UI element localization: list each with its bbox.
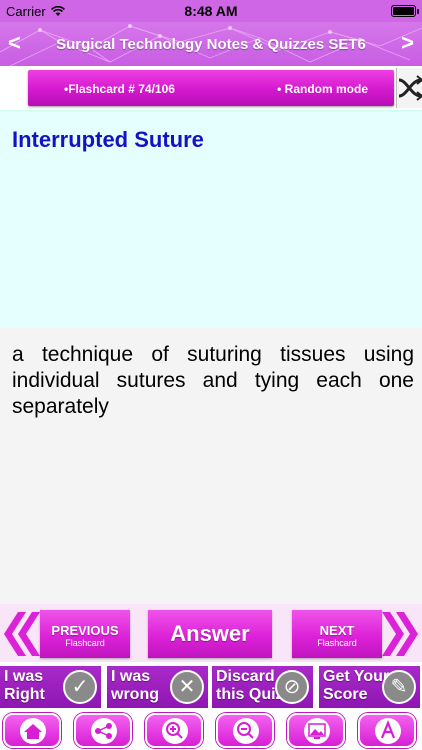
next-label: NEXT xyxy=(319,623,355,638)
previous-sublabel: Flashcard xyxy=(65,638,105,648)
flashcard-definition: a technique of suturing tissues using in… xyxy=(12,343,414,418)
i-was-right-button[interactable]: I was Right ✓ xyxy=(0,666,101,708)
random-mode-label: • Random mode xyxy=(277,82,368,96)
checkmark-icon: ✓ xyxy=(63,670,97,704)
toolbar xyxy=(0,710,422,750)
share-icon xyxy=(91,718,117,744)
picture-icon xyxy=(304,718,330,744)
answer-button[interactable]: Answer xyxy=(148,610,272,658)
flashcard-counter: •Flashcard # 74/106 xyxy=(64,82,175,96)
font-size-button[interactable] xyxy=(358,713,416,748)
next-flashcard-button[interactable]: NEXT Flashcard xyxy=(292,610,382,658)
flashcard-info-bar: •Flashcard # 74/106 • Random mode xyxy=(28,70,394,106)
next-sublabel: Flashcard xyxy=(317,638,357,648)
double-chevron-left-icon xyxy=(4,612,40,656)
zoom-out-icon xyxy=(233,718,259,744)
flashcard-screen: Carrier 8:48 AM < Surgical Technology No… xyxy=(0,0,422,750)
i-was-wrong-button[interactable]: I was wrong ✕ xyxy=(107,666,208,708)
term-panel: Interrupted Suture xyxy=(0,110,422,328)
zoom-out-button[interactable] xyxy=(216,713,274,748)
bottom-controls: PREVIOUS Flashcard Answer NEXT Flashcard… xyxy=(0,604,422,750)
discard-quiz-button[interactable]: Discard this Quiz ⊘ xyxy=(212,666,313,708)
zoom-in-button[interactable] xyxy=(145,713,203,748)
shuffle-button[interactable] xyxy=(396,68,422,108)
answer-actions: I was Right ✓ I was wrong ✕ Discard this… xyxy=(0,666,422,710)
double-chevron-right-icon xyxy=(382,612,418,656)
zoom-in-icon xyxy=(162,718,188,744)
share-button[interactable] xyxy=(74,713,132,748)
font-size-icon xyxy=(375,718,401,744)
flashcard-navigation: PREVIOUS Flashcard Answer NEXT Flashcard xyxy=(0,604,422,662)
get-score-button[interactable]: Get Your Score ✎ xyxy=(319,666,420,708)
background-button[interactable] xyxy=(287,713,345,748)
answer-label: Answer xyxy=(170,621,250,646)
status-bar: Carrier 8:48 AM xyxy=(0,0,422,22)
home-button[interactable] xyxy=(3,713,61,748)
nav-bar: < Surgical Technology Notes & Quizzes SE… xyxy=(0,22,422,66)
shuffle-icon xyxy=(398,75,422,101)
page-title: Surgical Technology Notes & Quizzes SET6 xyxy=(56,36,366,53)
scorecard-icon: ✎ xyxy=(382,670,416,704)
discard-quiz-text: Discard this Quiz xyxy=(216,668,284,703)
cross-icon: ✕ xyxy=(170,670,204,704)
get-score-text: Get Your Score xyxy=(323,668,390,703)
previous-flashcard-button[interactable]: PREVIOUS Flashcard xyxy=(40,610,130,658)
definition-panel: a technique of suturing tissues using in… xyxy=(0,328,422,604)
forward-arrow-button[interactable]: > xyxy=(401,32,414,54)
flashcard-term: Interrupted Suture xyxy=(12,127,204,152)
battery-icon xyxy=(391,5,419,17)
clock: 8:48 AM xyxy=(184,3,238,19)
info-band: •Flashcard # 74/106 • Random mode xyxy=(0,66,422,110)
no-entry-icon: ⊘ xyxy=(275,670,309,704)
home-icon xyxy=(20,718,46,744)
previous-label: PREVIOUS xyxy=(51,623,119,638)
i-was-wrong-text: I was wrong xyxy=(111,668,159,703)
i-was-right-text: I was Right xyxy=(4,668,45,703)
